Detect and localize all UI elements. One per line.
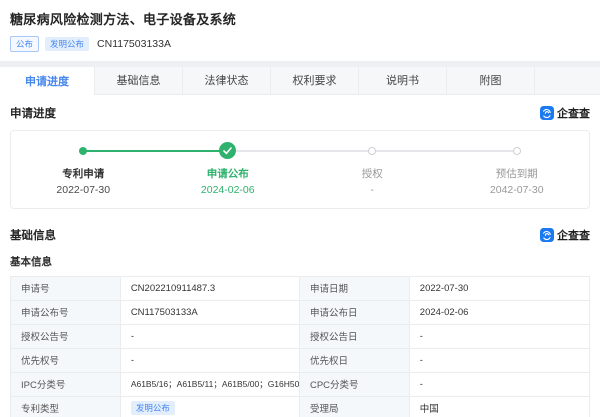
timeline-step: 授权 - [300,141,445,196]
table-row: 专利类型发明公布 受理局中国 [11,397,589,417]
field-label: 受理局 [300,397,410,417]
value-badge: 发明公布 [131,401,175,415]
field-value: - [410,373,589,396]
status-badge: 公布 [10,36,39,52]
patent-header: 糖尿病风险检测方法、电子设备及系统 公布 发明公布 CN117503133A [0,0,600,61]
timeline-node [156,141,301,161]
tab-bar: 申请进度基础信息法律状态权利要求说明书附图 [0,67,600,95]
timeline-step: 预估到期 2042-07-30 [445,141,590,196]
fingerprint-icon [540,106,554,120]
field-value: CN202210911487.3 [121,277,300,300]
field-value: - [121,325,300,348]
step-date: 2024-02-06 [201,184,255,196]
field-label: 申请日期 [300,277,410,300]
basic-section-header: 基础信息 企查查 [0,215,600,250]
field-label: CPC分类号 [300,373,410,396]
field-label: 申请公布号 [11,301,121,324]
field-value: - [410,325,589,348]
patent-number: CN117503133A [97,38,171,50]
field-label: IPC分类号 [11,373,121,396]
tab-4[interactable]: 权利要求 [271,67,359,95]
brand-name: 企查查 [557,227,590,243]
field-label: 优先权号 [11,349,121,372]
brand-logo: 企查查 [540,227,590,243]
check-circle-icon [219,142,236,159]
patent-type-badge: 发明公布 [45,37,89,51]
main-content: 申请进度 企查查 专利申请 2022-07-30 申请公布 2024-02-06 授权 -… [0,95,600,417]
progress-section-header: 申请进度 企查查 [0,95,600,128]
timeline-node [11,141,156,161]
progress-section-title: 申请进度 [10,105,56,121]
timeline-step: 申请公布 2024-02-06 [156,141,301,196]
brand-logo: 企查查 [540,105,590,121]
table-row: IPC分类号A61B5/16；A61B5/11；A61B5/00；G16H50/… [11,373,589,397]
field-value: 2022-07-30 [410,277,589,300]
step-date: 2042-07-30 [490,184,544,196]
tab-3[interactable]: 法律状态 [183,67,271,95]
field-value: CN117503133A [121,301,300,324]
table-row: 申请公布号CN117503133A申请公布日2024-02-06 [11,301,589,325]
page-title: 糖尿病风险检测方法、电子设备及系统 [10,9,590,28]
tab-6[interactable]: 附图 [447,67,535,95]
field-label: 申请公布日 [300,301,410,324]
basic-section-title: 基础信息 [10,227,56,243]
step-date: - [371,184,375,196]
timeline-step: 专利申请 2022-07-30 [11,141,156,196]
step-label: 授权 [362,166,383,181]
table-row: 授权公告号-授权公告日- [11,325,589,349]
tab-bar-filler [535,67,600,95]
brand-name: 企查查 [557,105,590,121]
fingerprint-icon [540,228,554,242]
pending-dot-icon [368,147,376,155]
field-label: 专利类型 [11,397,121,417]
timeline-steps: 专利申请 2022-07-30 申请公布 2024-02-06 授权 - 预估到期 2042-… [11,141,589,196]
step-date: 2022-07-30 [56,184,110,196]
timeline-node [300,141,445,161]
done-dot-icon [79,147,87,155]
field-label: 授权公告日 [300,325,410,348]
field-value: - [121,349,300,372]
timeline-node [445,141,590,161]
field-value: 2024-02-06 [410,301,589,324]
basic-info-subheading: 基本信息 [0,250,600,276]
field-label: 授权公告号 [11,325,121,348]
pending-dot-icon [513,147,521,155]
tab-1[interactable]: 申请进度 [0,67,95,95]
field-value: A61B5/16；A61B5/11；A61B5/00；G16H50/30 [121,373,300,396]
step-label: 专利申请 [62,166,104,181]
step-label: 申请公布 [207,166,249,181]
field-label: 优先权日 [300,349,410,372]
header-tags-row: 公布 发明公布 CN117503133A [10,36,590,52]
step-label: 预估到期 [496,166,538,181]
table-row: 优先权号-优先权日- [11,349,589,373]
field-value: - [410,349,589,372]
table-row: 申请号CN202210911487.3申请日期2022-07-30 [11,277,589,301]
field-value: 发明公布 [121,397,300,417]
basic-info-table: 申请号CN202210911487.3申请日期2022-07-30申请公布号CN… [10,276,590,417]
field-value: 中国 [410,397,589,417]
tab-2[interactable]: 基础信息 [95,67,183,95]
field-label: 申请号 [11,277,121,300]
tab-5[interactable]: 说明书 [359,67,447,95]
progress-timeline: 专利申请 2022-07-30 申请公布 2024-02-06 授权 - 预估到期 2042-… [10,130,590,209]
